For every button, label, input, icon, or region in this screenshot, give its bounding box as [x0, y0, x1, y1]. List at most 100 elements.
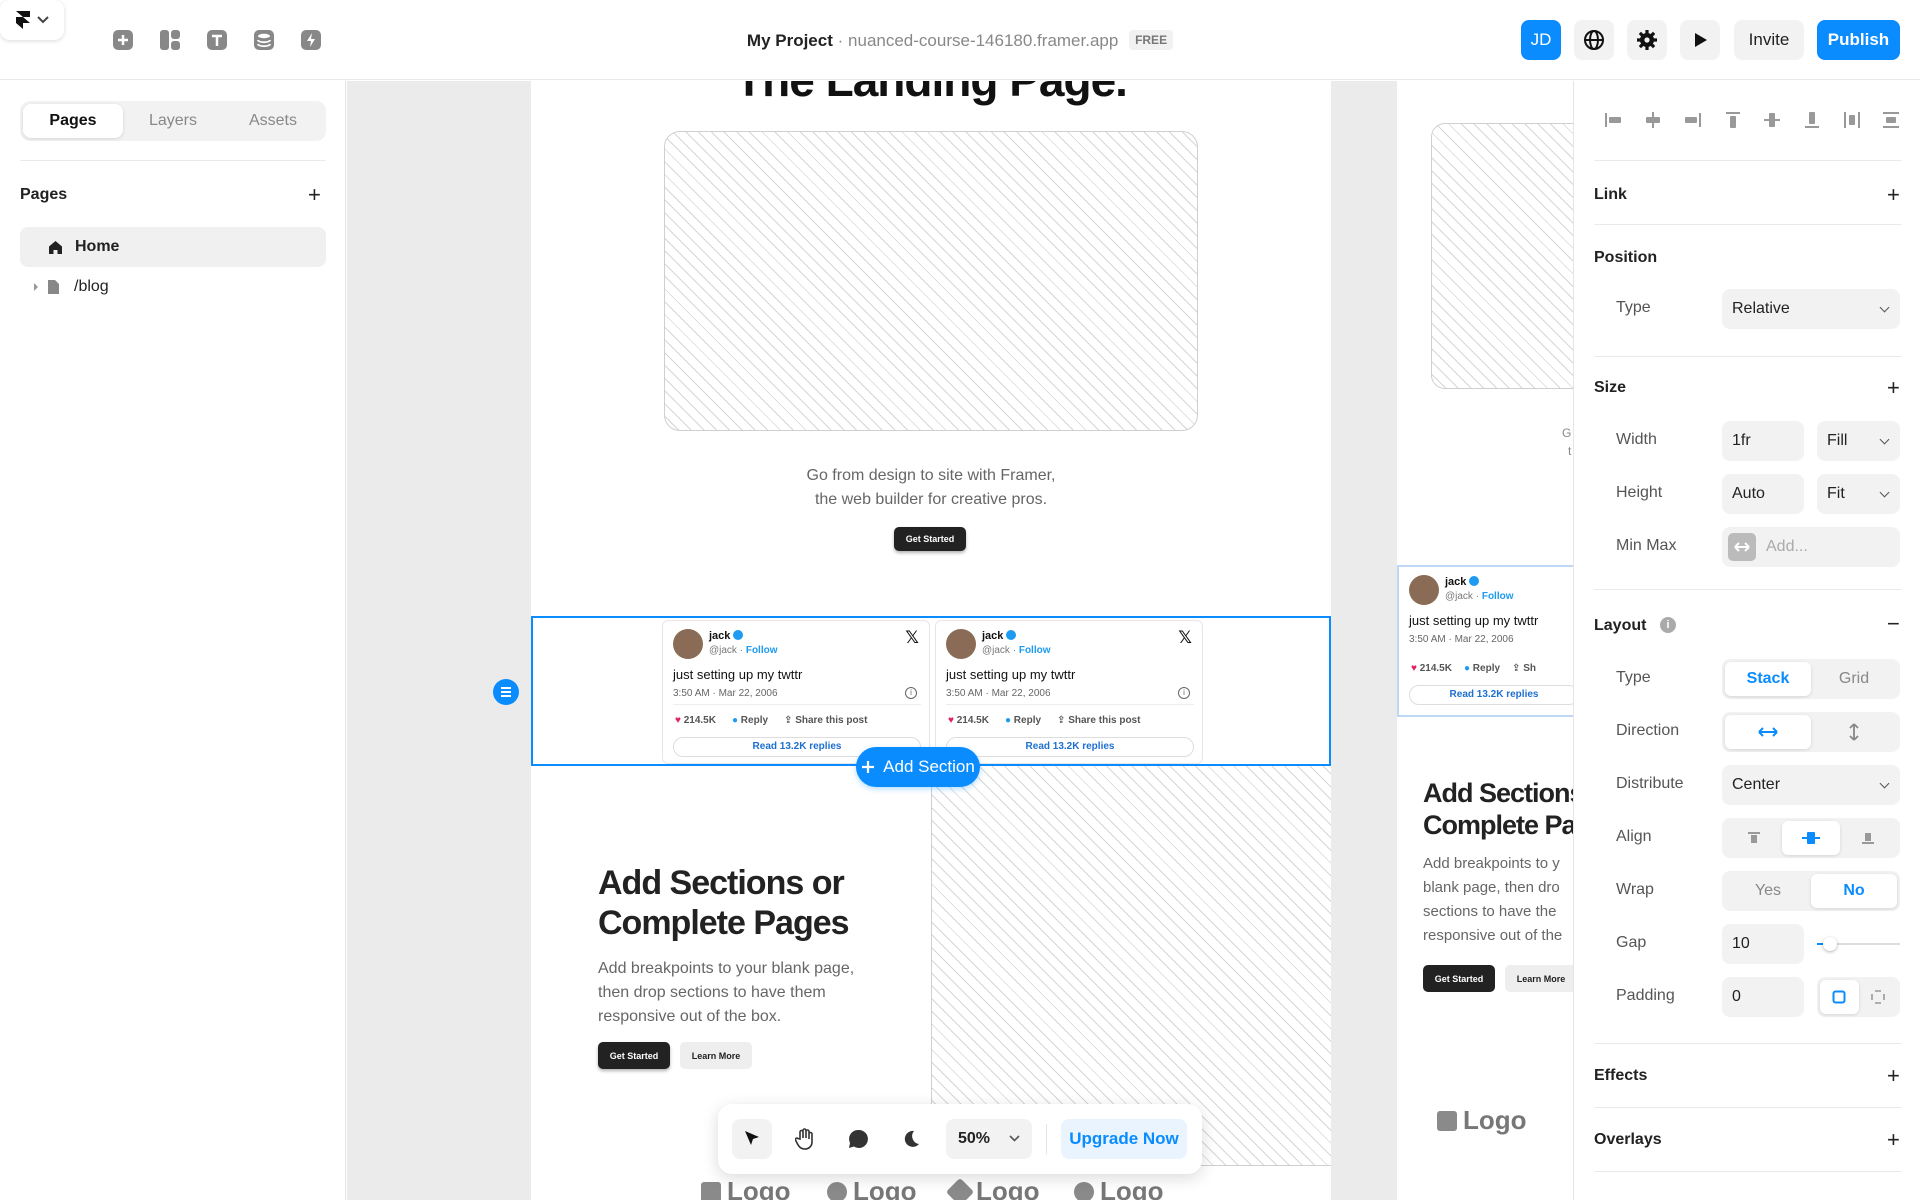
tweet-author: jack	[1445, 576, 1480, 588]
hand-tool[interactable]	[785, 1119, 825, 1159]
page-item-home[interactable]: Home	[20, 227, 326, 267]
minmax-field[interactable]: Add...	[1722, 527, 1900, 567]
padding-label: Padding	[1616, 987, 1675, 1004]
selected-section-outline[interactable]	[531, 616, 1331, 766]
publish-button[interactable]: Publish	[1817, 20, 1900, 60]
add-overlay-button[interactable]: +	[1887, 1129, 1900, 1151]
height-input[interactable]: Auto	[1722, 474, 1804, 514]
expand-arrow-icon[interactable]	[33, 283, 39, 291]
padding-uniform[interactable]	[1820, 980, 1859, 1014]
zoom-select[interactable]: 50%	[946, 1119, 1032, 1159]
feature-body[interactable]: Add breakpoints to y blank page, then dr…	[1423, 852, 1573, 948]
gap-slider-track[interactable]	[1817, 937, 1900, 951]
hero-image-placeholder[interactable]	[664, 131, 1198, 431]
padding-individual[interactable]	[1859, 980, 1898, 1014]
align-center-icon	[1801, 832, 1820, 844]
hero-subtitle[interactable]: Go from design to site with Framer, the …	[531, 464, 1331, 512]
position-type-select[interactable]: Relative	[1722, 289, 1900, 329]
tab-pages[interactable]: Pages	[23, 104, 123, 138]
feature-title[interactable]: Add Sections Complete Pa	[1423, 777, 1573, 841]
tab-layers[interactable]: Layers	[123, 104, 223, 138]
add-link-button[interactable]: +	[1887, 184, 1900, 206]
gap-input[interactable]: 10	[1722, 924, 1804, 964]
chevron-down-icon	[1009, 1135, 1020, 1142]
title-separator: ·	[837, 31, 844, 50]
design-canvas[interactable]: The Landing Page. Go from design to site…	[347, 81, 1573, 1200]
tablet-frame[interactable]: Gt jack @jack · Follow just setting up m…	[1397, 81, 1573, 1200]
user-avatar[interactable]: JD	[1521, 20, 1561, 60]
project-title[interactable]: My Project	[747, 31, 833, 50]
upgrade-button[interactable]: Upgrade Now	[1061, 1119, 1187, 1159]
add-effect-button[interactable]: +	[1887, 1065, 1900, 1087]
align-left-button[interactable]	[1602, 109, 1624, 131]
logo-item[interactable]: Logo	[945, 1176, 1040, 1200]
align-top-button[interactable]	[1722, 109, 1744, 131]
align-right-button[interactable]	[1682, 109, 1704, 131]
comment-tool[interactable]	[838, 1119, 878, 1159]
align-start[interactable]	[1725, 821, 1782, 855]
hero-image-placeholder[interactable]	[1431, 123, 1573, 389]
direction-label: Direction	[1616, 722, 1680, 739]
desktop-frame[interactable]: The Landing Page. Go from design to site…	[531, 81, 1331, 1200]
layout-type-toggle: Stack Grid	[1722, 659, 1900, 699]
feature-get-started-button[interactable]: Get Started	[1423, 965, 1495, 992]
align-center[interactable]	[1782, 821, 1840, 855]
remove-layout-button[interactable]: −	[1887, 613, 1900, 635]
avatar	[1409, 575, 1439, 605]
section-handle[interactable]	[493, 679, 519, 705]
wrap-yes[interactable]: Yes	[1725, 874, 1811, 908]
distribute-v-button[interactable]	[1880, 109, 1902, 131]
logo-item[interactable]: Logo	[1437, 1105, 1527, 1136]
feature-learn-more-button[interactable]: Learn More	[680, 1042, 752, 1069]
minmax-label: Min Max	[1616, 537, 1677, 554]
settings-button[interactable]	[1627, 20, 1667, 60]
site-settings-button[interactable]	[1574, 20, 1614, 60]
logo-item[interactable]: Logo	[701, 1176, 791, 1200]
gap-slider-handle[interactable]	[1823, 937, 1837, 951]
direction-vertical[interactable]	[1811, 715, 1897, 749]
tab-assets[interactable]: Assets	[223, 104, 323, 138]
align-start-icon	[1747, 832, 1760, 843]
preview-button[interactable]	[1680, 20, 1720, 60]
padding-mode-toggle	[1817, 977, 1900, 1017]
feature-title[interactable]: Add Sections or Complete Pages	[598, 863, 918, 943]
plus-icon	[862, 761, 875, 773]
wrap-no[interactable]: No	[1811, 874, 1897, 908]
logo-item[interactable]: Logo	[827, 1176, 917, 1200]
invite-button[interactable]: Invite	[1734, 20, 1804, 60]
hero-title[interactable]: The Landing Page.	[531, 81, 1331, 107]
height-mode-select[interactable]: Fit	[1817, 474, 1900, 514]
theme-toggle[interactable]	[891, 1119, 931, 1159]
add-size-button[interactable]: +	[1887, 377, 1900, 399]
align-end-icon	[1862, 833, 1875, 844]
add-page-button[interactable]: +	[308, 184, 321, 206]
width-input[interactable]: 1fr	[1722, 421, 1804, 461]
hero-get-started-button[interactable]: Get Started	[894, 527, 966, 551]
layout-type-grid[interactable]: Grid	[1811, 662, 1897, 696]
add-section-button[interactable]: Add Section	[856, 747, 980, 787]
project-url[interactable]: nuanced-course-146180.framer.app	[848, 31, 1118, 50]
feature-learn-more-button[interactable]: Learn More	[1505, 965, 1573, 992]
align-middle-button[interactable]	[1761, 109, 1783, 131]
divider	[1594, 356, 1901, 357]
panel-tabs: Pages Layers Assets	[20, 101, 326, 141]
distribute-select[interactable]: Center	[1722, 765, 1900, 805]
padding-input[interactable]: 0	[1722, 977, 1804, 1017]
width-mode-select[interactable]: Fill	[1817, 421, 1900, 461]
direction-horizontal[interactable]	[1725, 715, 1811, 749]
distribute-vertical-icon	[1883, 112, 1899, 128]
distribute-h-button[interactable]	[1841, 109, 1863, 131]
tweet-embed[interactable]: jack @jack · Follow just setting up my t…	[1397, 565, 1573, 717]
page-item-label: /blog	[74, 278, 109, 295]
align-center-h-button[interactable]	[1642, 109, 1664, 131]
logo-item[interactable]: Logo	[1074, 1176, 1164, 1200]
align-bottom-icon	[1805, 112, 1819, 128]
layout-type-stack[interactable]: Stack	[1725, 662, 1811, 696]
feature-get-started-button[interactable]: Get Started	[598, 1042, 670, 1069]
page-item-blog[interactable]: /blog	[20, 267, 326, 307]
align-end[interactable]	[1840, 821, 1897, 855]
feature-body[interactable]: Add breakpoints to your blank page, then…	[598, 957, 888, 1029]
info-icon[interactable]: i	[1660, 617, 1676, 633]
select-tool[interactable]	[732, 1119, 772, 1159]
align-bottom-button[interactable]	[1801, 109, 1823, 131]
